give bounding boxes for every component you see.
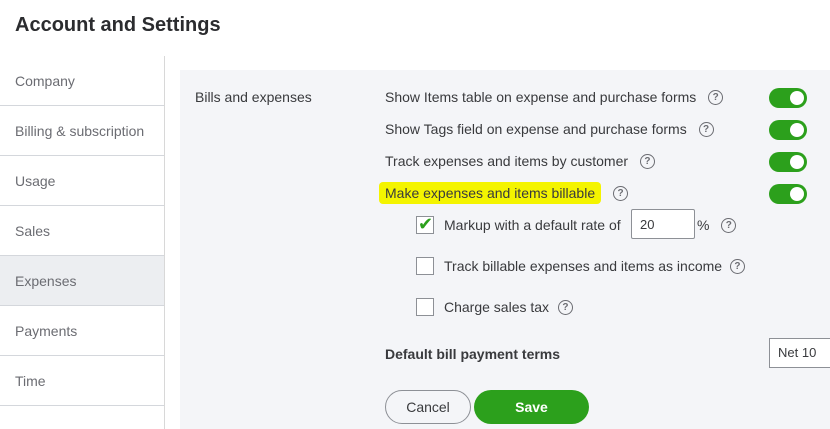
sidebar-item-expenses[interactable]: Expenses [0,256,164,306]
toggle-billable[interactable] [769,184,807,204]
section-label: Bills and expenses [195,89,312,105]
markup-checkbox[interactable]: ✔ [416,214,434,234]
settings-sidebar: Company Billing & subscription Usage Sal… [0,56,165,429]
setting-row-items-table: Show Items table on expense and purchase… [385,89,724,106]
payment-terms-label: Default bill payment terms [385,346,561,362]
sidebar-item-sales[interactable]: Sales [0,206,164,256]
setting-label: Show Items table on expense and purchase… [385,89,697,105]
track-income-label: Track billable expenses and items as inc… [444,258,723,274]
track-income-row: Track billable expenses and items as inc… [444,258,745,275]
toggle-tags-field[interactable] [769,120,807,140]
save-button[interactable]: Save [474,390,589,424]
help-icon[interactable]: ? [729,258,745,274]
help-icon[interactable]: ? [698,121,714,137]
sales-tax-row: Charge sales tax ? [444,299,573,316]
payment-terms-select[interactable]: Net 10 [769,338,830,368]
setting-row-tags-field: Show Tags field on expense and purchase … [385,121,714,138]
setting-label-highlighted: Make expenses and items billable [379,182,602,204]
sidebar-item-company[interactable]: Company [0,56,164,106]
setting-label: Track expenses and items by customer [385,153,629,169]
sales-tax-checkbox[interactable] [416,298,434,316]
sidebar-item-time[interactable]: Time [0,356,164,406]
toggle-items-table[interactable] [769,88,807,108]
percent-unit: % [697,217,710,233]
toggle-track-by-customer[interactable] [769,152,807,172]
sidebar-item-usage[interactable]: Usage [0,156,164,206]
sidebar-item-billing[interactable]: Billing & subscription [0,106,164,156]
sidebar-item-payments[interactable]: Payments [0,306,164,356]
bills-expenses-panel: Bills and expenses Show Items table on e… [180,70,830,429]
checkmark-icon: ✔ [418,214,434,234]
help-icon[interactable]: ? [639,153,655,169]
help-icon[interactable]: ? [721,217,737,233]
cancel-button[interactable]: Cancel [385,390,471,424]
track-income-checkbox[interactable] [416,257,434,275]
setting-row-track-by-customer: Track expenses and items by customer ? [385,153,655,170]
markup-label: Markup with a default rate of [444,217,621,233]
markup-rate-input[interactable] [631,209,695,239]
setting-row-billable: Make expenses and items billable ? [379,182,629,204]
help-icon[interactable]: ? [708,89,724,105]
sales-tax-label: Charge sales tax [444,299,550,315]
help-icon[interactable]: ? [613,185,629,201]
page-title: Account and Settings [15,14,221,36]
help-icon[interactable]: ? [557,299,573,315]
setting-label: Show Tags field on expense and purchase … [385,121,687,137]
